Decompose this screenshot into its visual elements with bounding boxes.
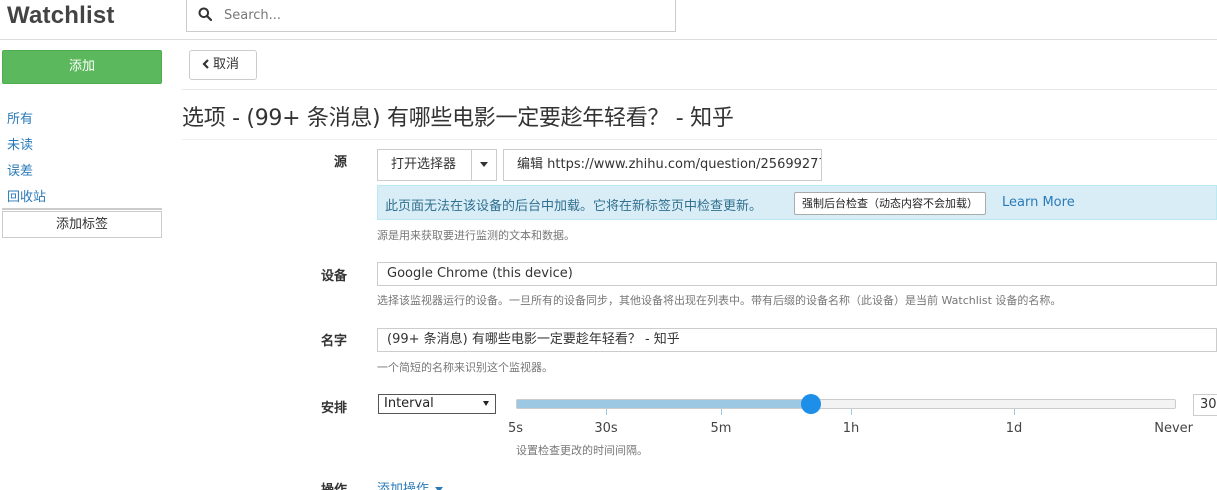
sidebar-divider [2,208,162,210]
actions-label: 操作 [321,479,347,490]
sidebar-item-all[interactable]: 所有 [7,108,33,127]
source-label: 源 [333,155,347,170]
search-input[interactable] [219,3,651,27]
edit-url-button[interactable]: 编辑 https://www.zhihu.com/question/256992… [503,149,822,181]
add-action-label: 添加操作 [377,482,430,490]
cancel-label: 取消 [213,57,240,72]
header-divider [182,89,1217,90]
cancel-button[interactable]: 取消 [189,50,257,80]
slider-tick [1014,409,1015,415]
schedule-slider-fill [517,400,812,408]
sidebar-item-errors[interactable]: 误差 [7,160,33,179]
sidebar-item-trash[interactable]: 回收站 [7,186,46,205]
picker-dropdown-button[interactable] [471,149,497,181]
open-picker-button[interactable]: 打开选择器 [377,149,472,181]
force-background-check-button[interactable]: 强制后台检查（动态内容不会加载） [794,192,986,215]
search-box[interactable] [186,0,676,32]
schedule-mode-value: Interval [384,396,434,411]
slider-tick [721,409,722,415]
name-help: 一个简短的名称来识别这个监视器。 [377,361,553,374]
source-help: 源是用来获取要进行监测的文本和数据。 [377,229,575,242]
schedule-help: 设置检查更改的时间间隔。 [516,444,648,457]
device-help: 选择该监视器运行的设备。一旦所有的设备同步，其他设备将出现在列表中。带有后缀的设… [377,294,1062,307]
caret-down-icon [480,162,488,167]
schedule-value-input[interactable]: 30 [1193,394,1217,416]
schedule-label: 安排 [320,401,347,416]
device-label: 设备 [320,269,347,284]
add-button[interactable]: 添加 [2,50,162,84]
slider-tick-label: 30s [594,421,618,436]
device-select[interactable]: Google Chrome (this device) [377,262,1217,286]
add-action-dropdown[interactable]: 添加操作 [377,478,444,490]
learn-more-link[interactable]: Learn More [1002,195,1075,210]
chevron-left-icon [202,59,209,69]
name-input[interactable]: (99+ 条消息) 有哪些电影一定要趁年轻看？ - 知乎 [377,328,1217,352]
page-title: 选项 - (99+ 条消息) 有哪些电影一定要趁年轻看？ - 知乎 [182,106,734,131]
app-logo[interactable]: Watchlist [7,2,115,30]
schedule-slider-track[interactable] [516,399,1176,409]
add-tag-button[interactable]: 添加标签 [2,211,162,238]
search-icon [198,7,212,21]
slider-tick-label: 5m [710,421,732,436]
top-bar: Watchlist [0,0,1217,40]
slider-tick [606,409,607,415]
name-label: 名字 [320,334,347,349]
schedule-mode-select[interactable]: Interval [378,394,496,414]
sidebar-item-unread[interactable]: 未读 [7,134,33,153]
title-divider [182,139,1217,140]
notice-banner: 此页面无法在该设备的后台中加载。它将在新标签页中检查更新。 强制后台检查（动态内… [377,185,1217,220]
slider-tick-label: 1d [1005,421,1023,436]
slider-tick-label: Never [1154,421,1193,436]
notice-text: 此页面无法在该设备的后台中加载。它将在新标签页中检查更新。 [385,199,763,214]
slider-tick-label: 1h [842,421,860,436]
dropdown-arrow-icon [483,401,489,406]
slider-tick [851,409,852,415]
slider-tick-label: 5s [508,421,524,436]
schedule-slider-handle[interactable] [801,394,821,414]
sidebar: 添加 所有 未读 误差 回收站 添加标签 [0,40,168,490]
